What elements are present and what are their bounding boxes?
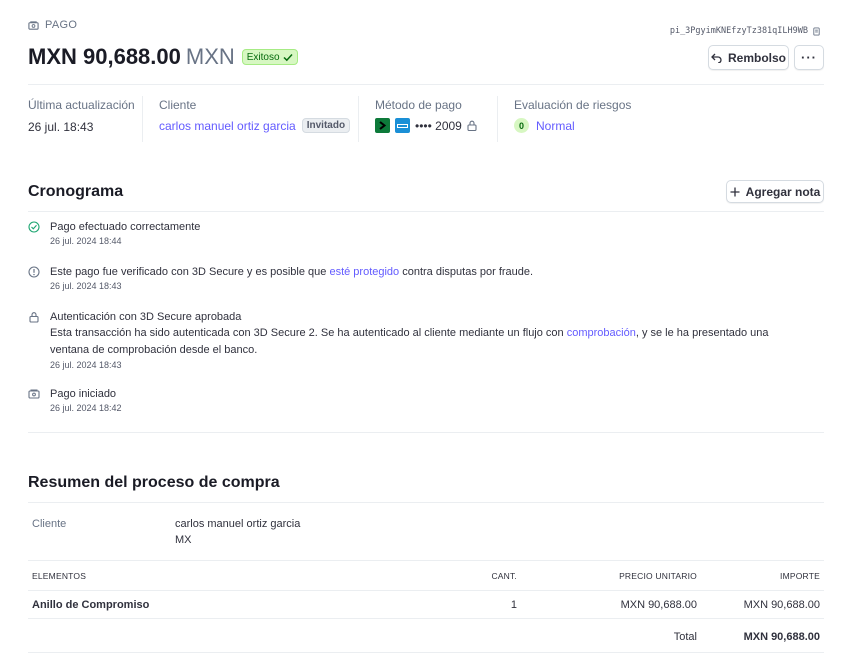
risk-score: 0 [514,118,529,133]
payment-icon [28,389,40,399]
divider [28,652,824,653]
check-icon [283,53,293,61]
risk-label: Evaluación de riesgos [514,98,632,112]
timeline-event-title: Autenticación con 3D Secure aprobada [50,311,242,323]
total-value: MXN 90,688.00 [743,631,820,643]
divider [28,432,824,433]
total-label: Total [673,631,697,643]
line-item-qty: 1 [510,599,517,611]
purchase-customer-name: carlos manuel ortiz garcia [175,518,301,530]
divider [28,84,824,85]
column-header-items: ELEMENTOS [32,571,87,581]
undo-icon [711,53,722,63]
timeline-title: Cronograma [28,183,124,200]
status-badge: Exitoso [241,49,298,65]
timeline-event: Pago iniciado 26 jul. 2024 18:42 [28,386,122,413]
section-label: PAGO [28,19,77,31]
divider [28,560,824,561]
divider [28,211,824,212]
column-separator [497,96,498,142]
timeline-event-body: Esta transacción ha sido autenticada con… [50,327,769,356]
customer-link[interactable]: carlos manuel ortiz garcia [159,119,296,133]
lock-icon [467,120,477,131]
line-item-unit-price: MXN 90,688.00 [620,599,697,611]
timeline-event: Autenticación con 3D Secure aprobada Est… [28,309,790,370]
timeline-event-time: 26 jul. 2024 18:43 [50,360,122,370]
timeline-event-title: Pago iniciado [50,388,117,400]
payment-icon [28,20,39,30]
column-header-unit-price: PRECIO UNITARIO [619,571,697,581]
customer-value: carlos manuel ortiz garcia Invitado [159,118,351,133]
more-options-button[interactable]: ··· [794,45,824,70]
payment-network-icon [375,118,390,133]
payment-method-label: Método de pago [375,98,462,112]
amex-card-icon [395,118,410,133]
copy-icon[interactable] [812,26,821,36]
risk-value[interactable]: 0 Normal [514,118,575,133]
line-item-name: Anillo de Compromiso [32,599,150,611]
line-item-amount: MXN 90,688.00 [743,599,820,611]
refund-button[interactable]: Rembolso [708,45,789,70]
purchase-summary-title: Resumen del proceso de compra [28,474,280,491]
timeline-event: Pago efectuado correctamente 26 jul. 202… [28,219,200,246]
payment-id[interactable]: pi_3PgyimKNEfzyTz381qILH9WB [670,26,821,36]
timeline-event-time: 26 jul. 2024 18:44 [50,236,122,246]
timeline-event-title: Pago efectuado correctamente [50,221,201,233]
last-update-value: 26 jul. 18:43 [28,120,94,134]
timeline-event-time: 26 jul. 2024 18:43 [50,281,122,291]
purchase-customer-country: MX [175,534,192,546]
column-separator [142,96,143,142]
divider [28,502,824,503]
lock-icon [29,312,39,323]
add-note-button[interactable]: Agregar nota [726,180,824,203]
customer-label: Cliente [159,98,197,112]
plus-icon [730,187,740,196]
check-circle-icon [28,221,40,233]
column-header-qty: CANT. [491,571,517,581]
protected-link[interactable]: esté protegido [329,266,399,278]
amount-row: MXN 90,688.00 MXN Exitoso [28,44,298,70]
column-header-amount: IMPORTE [780,571,820,581]
column-separator [358,96,359,142]
purchase-customer-label: Cliente [32,518,67,530]
timeline-event: Este pago fue verificado con 3D Secure y… [28,264,533,291]
risk-level[interactable]: Normal [536,119,575,133]
challenge-link[interactable]: comprobación [567,327,636,339]
divider [28,618,824,619]
last-update-label: Última actualización [28,98,135,112]
payment-amount: MXN 90,688.00 [28,44,181,69]
timeline-event-time: 26 jul. 2024 18:42 [50,403,122,413]
payment-currency: MXN [185,44,235,69]
timeline-event-title: Este pago fue verificado con 3D Secure y… [50,266,534,278]
info-icon [28,266,40,278]
divider [28,590,824,591]
payment-method-value: •••• 2009 [375,118,477,133]
guest-badge: Invitado [301,118,351,133]
